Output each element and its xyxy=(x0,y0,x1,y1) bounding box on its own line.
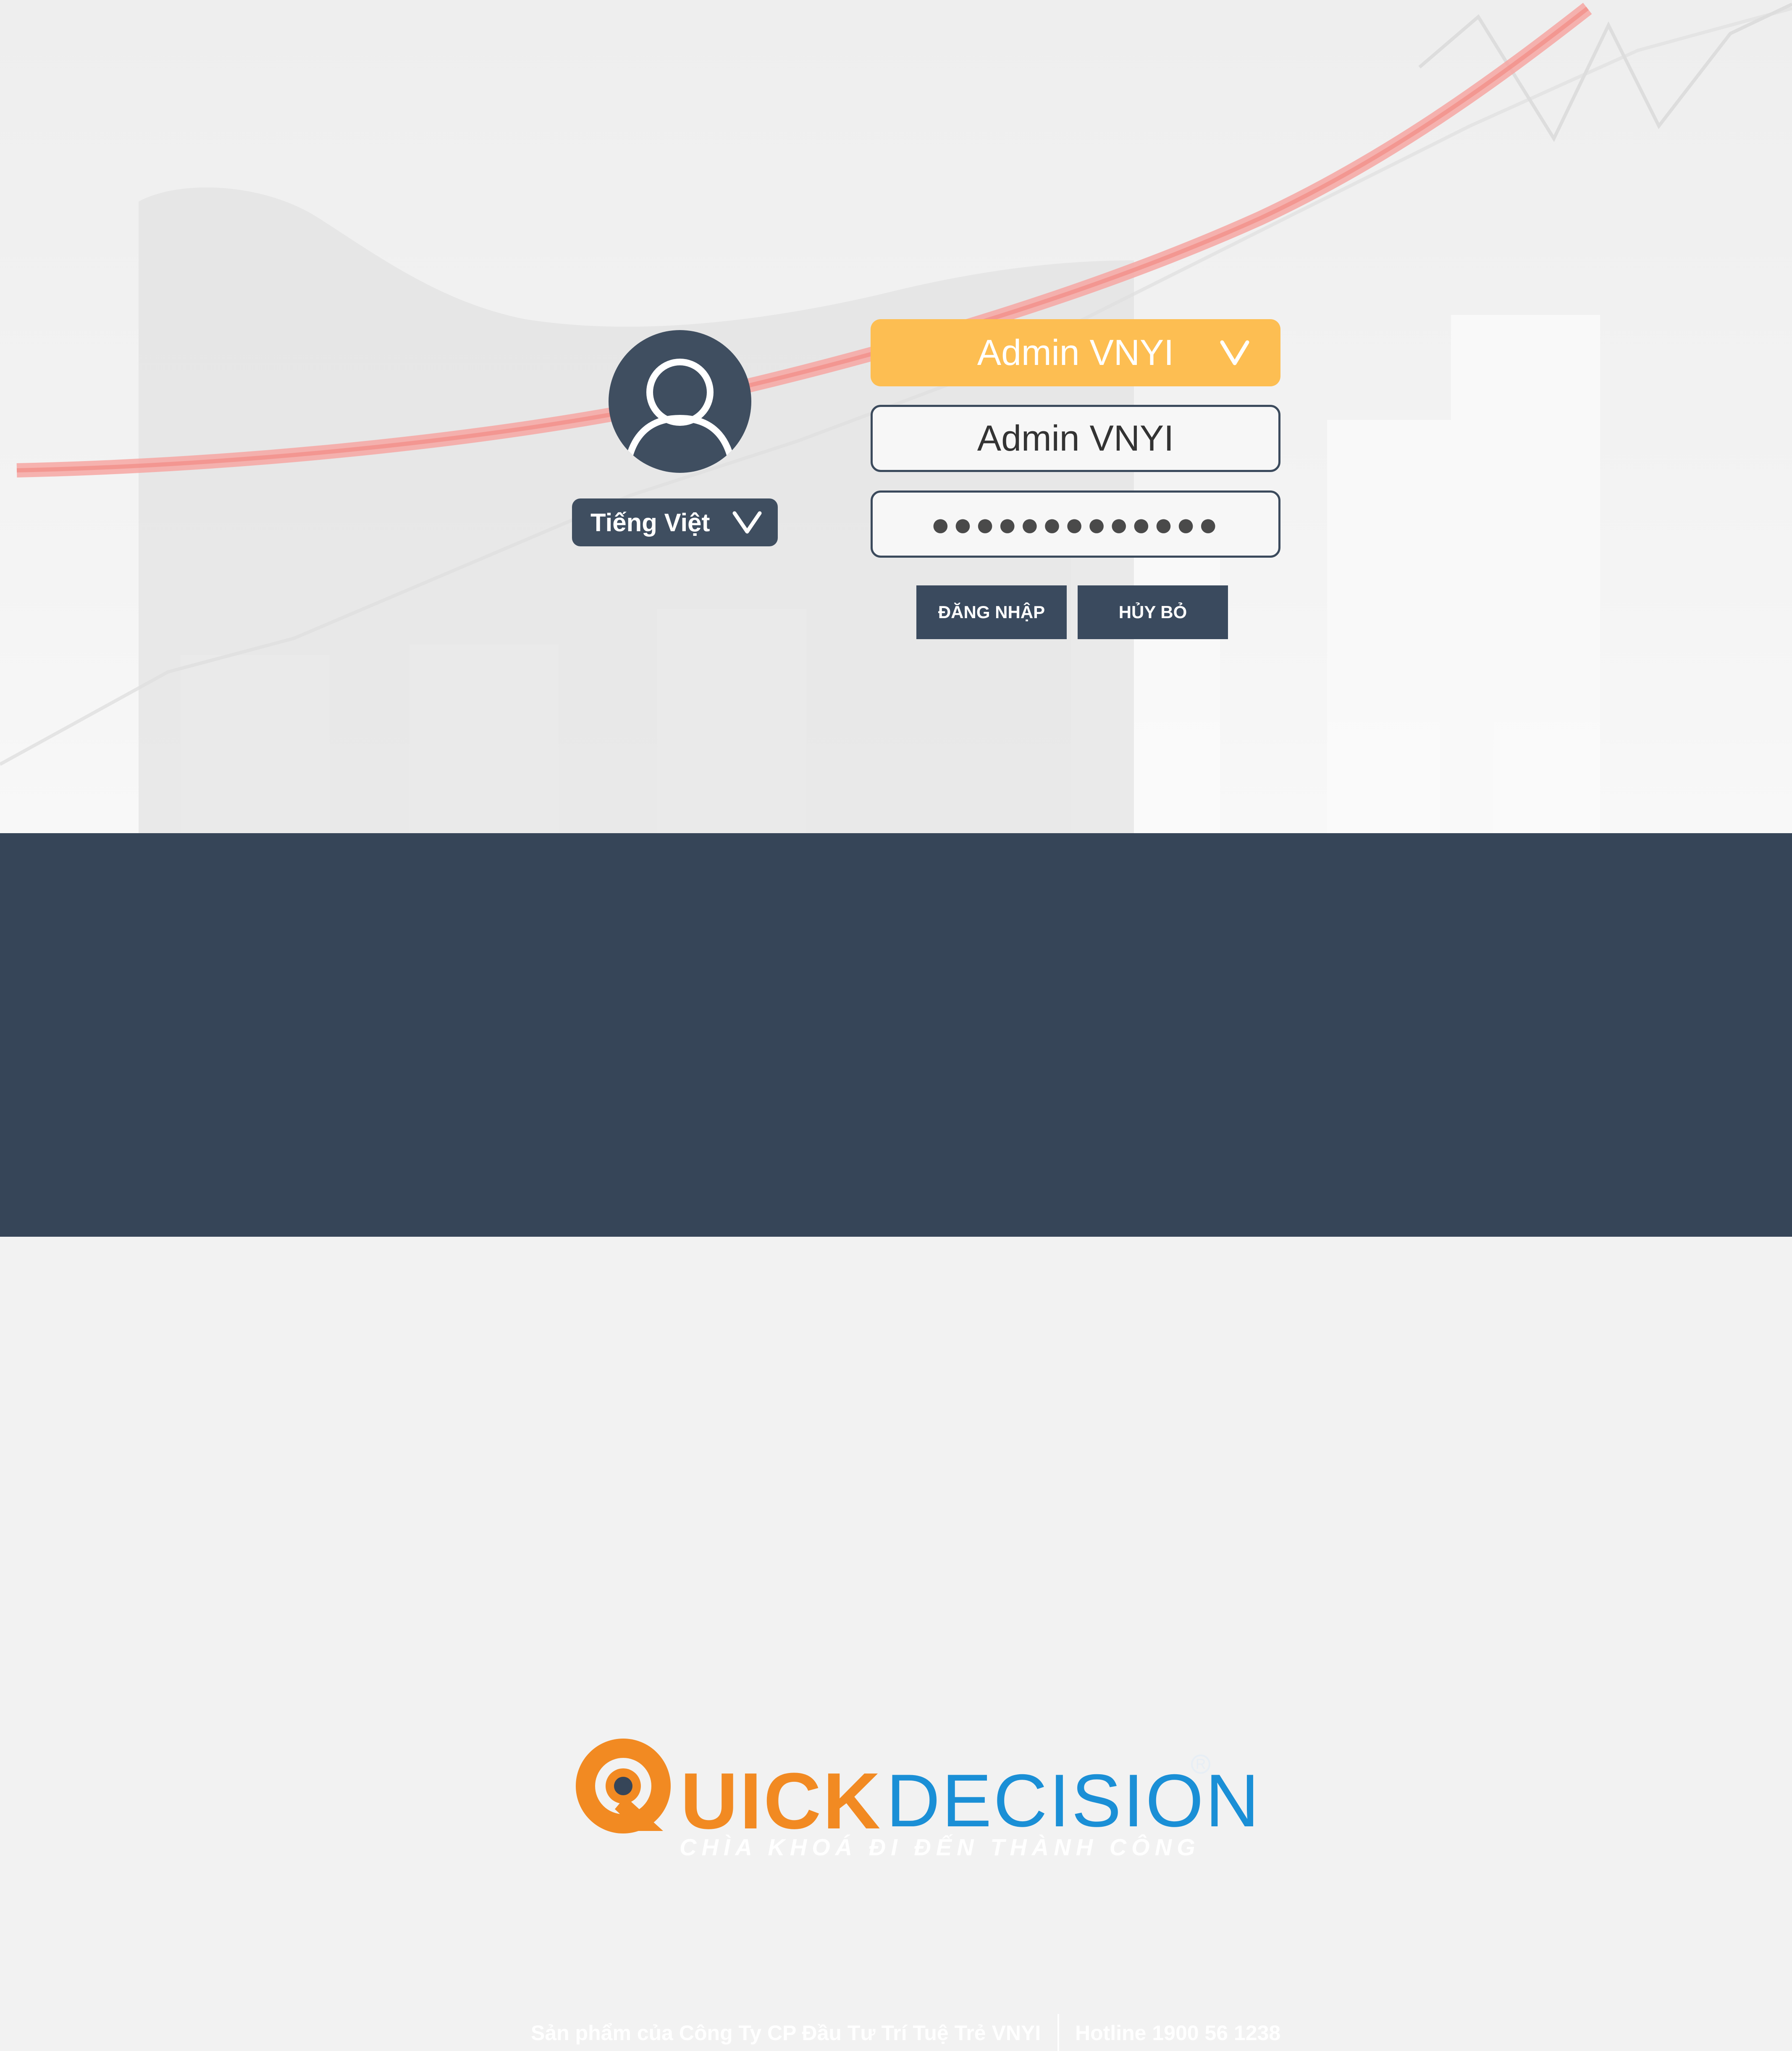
logo-uick-text: UICK xyxy=(680,1757,882,1846)
quick-decision-q-logo xyxy=(576,1739,671,1833)
footer-divider xyxy=(1057,2014,1059,2051)
hotline: Hotline 1900 56 1238 xyxy=(1075,2021,1281,2045)
footer: UICK DECISION R CHÌA KHOÁ ĐI ĐẾN THÀNH C… xyxy=(0,833,1792,2051)
logo-tagline: CHÌA KHOÁ ĐI ĐẾN THÀNH CÔNG xyxy=(680,1834,1200,1860)
password-value: ●●●●●●●●●●●●● xyxy=(930,505,1221,543)
account-select-value: Admin VNYI xyxy=(977,332,1174,373)
username-value: Admin VNYI xyxy=(977,418,1174,459)
language-label: Tiếng Việt xyxy=(590,508,710,537)
user-icon xyxy=(626,359,734,459)
username-field[interactable]: Admin VNYI xyxy=(871,405,1280,472)
cancel-button[interactable]: HỦY BỎ xyxy=(1078,585,1228,639)
registered-mark: R xyxy=(1191,1755,1210,1774)
company-credit: Sản phẩm của Công Ty CP Đầu Tư Trí Tuệ T… xyxy=(531,2021,1041,2045)
password-field[interactable]: ●●●●●●●●●●●●● xyxy=(871,490,1280,558)
chevron-down-icon xyxy=(1220,340,1249,365)
logo-decision-text: DECISION xyxy=(886,1759,1261,1842)
avatar xyxy=(609,330,751,473)
login-button[interactable]: ĐĂNG NHẬP xyxy=(916,585,1067,639)
language-select[interactable]: Tiếng Việt xyxy=(572,498,778,546)
login-hero: Tiếng Việt Admin VNYI Admin VNYI ●●●●●●●… xyxy=(0,0,1792,833)
chevron-down-icon xyxy=(732,511,762,534)
account-select[interactable]: Admin VNYI xyxy=(871,319,1280,386)
